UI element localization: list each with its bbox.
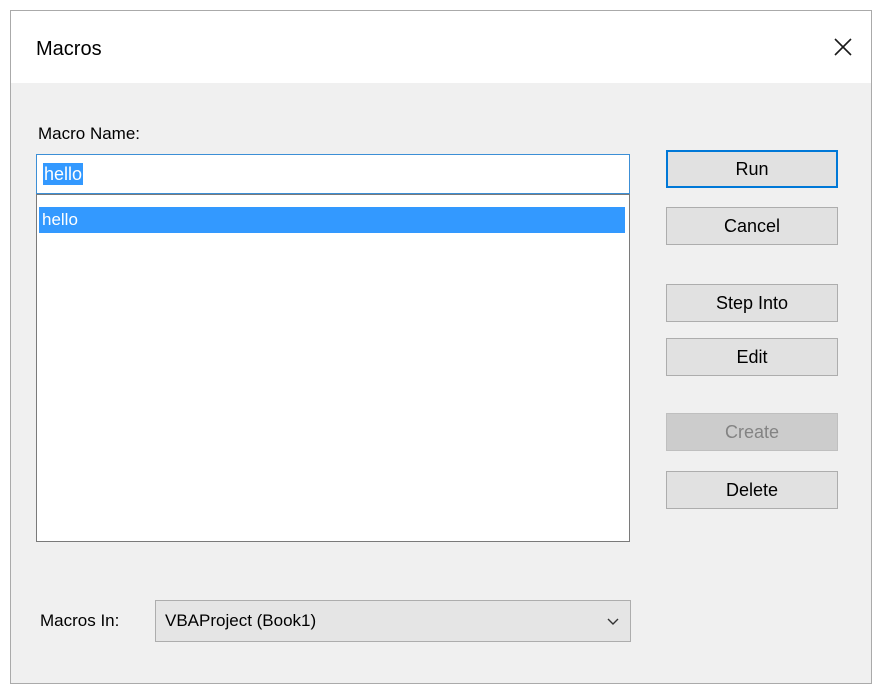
run-button[interactable]: Run — [666, 150, 838, 188]
macros-in-label: Macros In: — [40, 611, 120, 630]
dialog-title: Macros — [36, 38, 102, 60]
list-item[interactable]: hello — [39, 207, 625, 233]
macros-in-value: VBAProject (Book1) — [165, 611, 317, 630]
create-button: Create — [666, 413, 838, 451]
close-button[interactable] — [829, 33, 857, 61]
delete-button[interactable]: Delete — [666, 471, 838, 509]
macro-name-value: hello — [43, 163, 84, 185]
chevron-down-icon — [607, 618, 619, 625]
macro-name-label: Macro Name: — [38, 124, 141, 143]
macro-list[interactable]: hello — [36, 194, 630, 542]
close-icon — [834, 38, 852, 56]
edit-button[interactable]: Edit — [666, 338, 838, 376]
title-bar: Macros — [11, 11, 871, 83]
macro-name-input[interactable]: hello — [36, 154, 630, 194]
cancel-button[interactable]: Cancel — [666, 207, 838, 245]
macros-in-dropdown[interactable]: VBAProject (Book1) — [155, 600, 631, 642]
macros-dialog: Macros Macro Name: hello hello Run Cance… — [10, 10, 872, 684]
step-into-button[interactable]: Step Into — [666, 284, 838, 322]
